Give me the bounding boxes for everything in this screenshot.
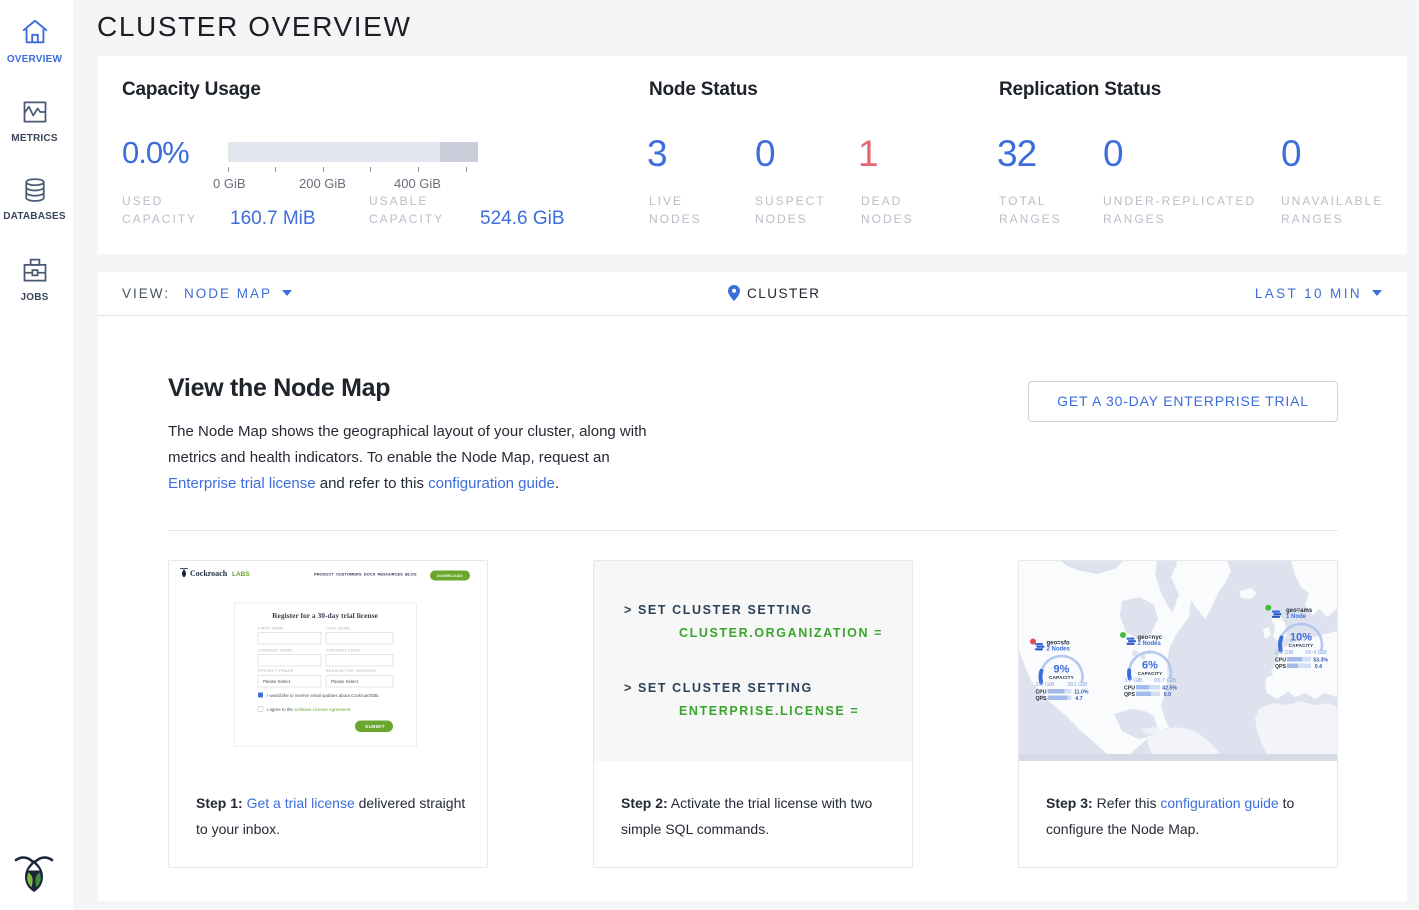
- svg-text:11.0%: 11.0%: [1074, 690, 1089, 696]
- svg-text:2 Nodes: 2 Nodes: [1047, 647, 1071, 653]
- svg-text:FIRST NAME: FIRST NAME: [258, 627, 284, 631]
- svg-text:CPU: CPU: [1124, 686, 1135, 692]
- svg-text:CPU: CPU: [1275, 658, 1286, 664]
- svg-text:2 Nodes: 2 Nodes: [1138, 641, 1162, 647]
- svg-text:3.6 GiB: 3.6 GiB: [1275, 650, 1294, 656]
- svg-text:LABS: LABS: [232, 571, 250, 578]
- svg-text:CPU: CPU: [1036, 690, 1047, 696]
- svg-text:56.4 GiB: 56.4 GiB: [1305, 650, 1327, 656]
- svg-text:I agree to the Software Licens: I agree to the Software License Agreemen…: [267, 707, 351, 712]
- svg-text:Register for a 30-day trial li: Register for a 30-day trial license: [272, 611, 378, 620]
- svg-text:6%: 6%: [1142, 660, 1158, 672]
- svg-text:Cockroach: Cockroach: [190, 569, 228, 578]
- svg-text:geo=ams: geo=ams: [1286, 608, 1313, 614]
- svg-text:65.7 GiB: 65.7 GiB: [1154, 678, 1176, 684]
- svg-text:CAPACITY: CAPACITY: [1049, 675, 1074, 680]
- svg-text:QPS: QPS: [1275, 664, 1286, 670]
- svg-text:53.3%: 53.3%: [1313, 658, 1328, 664]
- svg-text:1 Node: 1 Node: [1286, 614, 1307, 620]
- svg-text:DOWNLOAD: DOWNLOAD: [437, 573, 463, 578]
- svg-text:QPS: QPS: [1124, 692, 1135, 698]
- svg-text:3.7 GiB: 3.7 GiB: [1124, 678, 1143, 684]
- svg-text:REASON FOR INTEREST: REASON FOR INTEREST: [326, 669, 377, 673]
- svg-text:I would like to receive email: I would like to receive email updates ab…: [267, 693, 379, 698]
- svg-text:COMPANY EMAIL: COMPANY EMAIL: [326, 649, 361, 653]
- svg-text:42.5%: 42.5%: [1162, 686, 1177, 692]
- svg-text:CAPACITY: CAPACITY: [1138, 671, 1163, 676]
- svg-text:CAPACITY: CAPACITY: [1289, 643, 1314, 648]
- svg-text:0.4: 0.4: [1315, 664, 1322, 670]
- svg-text:COMPANY NAME: COMPANY NAME: [258, 649, 293, 653]
- svg-text:Please Select: Please Select: [263, 679, 291, 684]
- svg-text:QPS: QPS: [1036, 696, 1047, 702]
- svg-text:0.0: 0.0: [1164, 692, 1171, 698]
- svg-text:351 GiB: 351 GiB: [1067, 682, 1087, 688]
- svg-text:4.7: 4.7: [1075, 696, 1082, 702]
- svg-text:PRODUCT CUSTOMERS DOCS RESO: PRODUCT CUSTOMERS DOCS RESOURCES BLOG: [314, 572, 417, 577]
- svg-text:Please Select: Please Select: [331, 679, 359, 684]
- svg-text:PROJECT PHASE: PROJECT PHASE: [258, 669, 294, 673]
- svg-text:geo=nyc: geo=nyc: [1138, 635, 1163, 641]
- svg-text:3.2 GiB: 3.2 GiB: [1036, 682, 1055, 688]
- svg-text:9%: 9%: [1054, 664, 1070, 676]
- svg-text:LAST NAME: LAST NAME: [326, 627, 350, 631]
- svg-text:10%: 10%: [1290, 632, 1312, 644]
- svg-text:geo=sfo: geo=sfo: [1047, 641, 1071, 647]
- svg-text:SUBMIT: SUBMIT: [365, 724, 385, 729]
